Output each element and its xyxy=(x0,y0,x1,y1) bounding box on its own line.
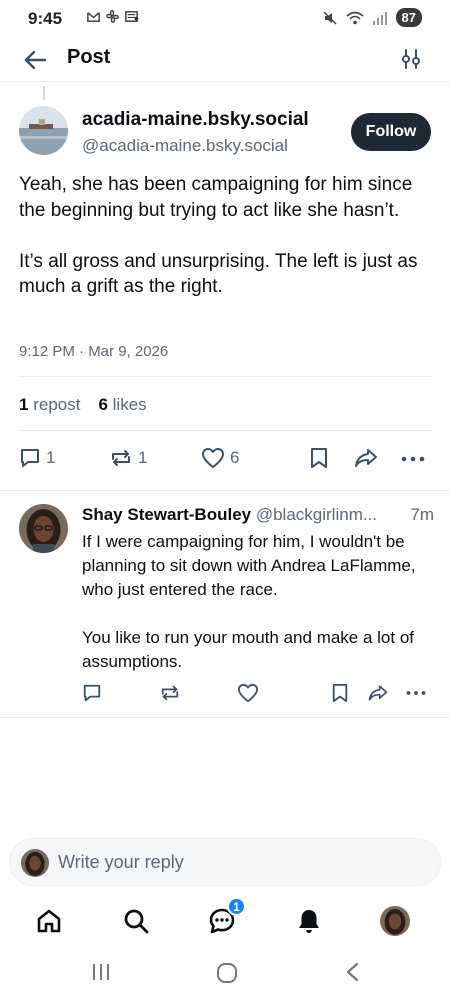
thread-settings-icon[interactable] xyxy=(400,47,422,71)
post-paragraph: It’s all gross and unsurprising. The lef… xyxy=(19,250,418,298)
reply-reply-icon[interactable] xyxy=(82,683,102,703)
reply-icon xyxy=(21,449,39,467)
reply-header: Shay Stewart-Bouley @blackgirlinm... 7m xyxy=(82,505,434,525)
bookmark-icon[interactable] xyxy=(309,447,329,469)
notification-icons xyxy=(86,9,139,24)
reply-count: 1 xyxy=(46,448,56,467)
post-text: Yeah, she has been campaigning for him s… xyxy=(19,172,431,325)
share-icon[interactable] xyxy=(353,447,379,469)
repost-count: 1 xyxy=(19,395,29,414)
system-navigation xyxy=(0,946,450,1000)
repost-action-count: 1 xyxy=(138,448,148,467)
nav-notifications[interactable] xyxy=(293,905,325,937)
battery-indicator: 87 xyxy=(395,8,422,27)
engagement-stats: 1 repost 6 likes xyxy=(19,395,147,415)
bottom-navigation: 1 xyxy=(0,896,450,946)
repost-label: repost xyxy=(33,395,81,414)
slack-icon xyxy=(106,10,119,23)
gmail-icon xyxy=(87,12,100,22)
back-system-icon[interactable] xyxy=(343,962,361,982)
thread-parent-line xyxy=(43,86,45,100)
divider xyxy=(19,376,431,377)
author-display-name[interactable]: acadia-maine.bsky.social xyxy=(82,109,309,131)
status-time: 9:45 xyxy=(28,9,63,28)
reply-author-avatar[interactable] xyxy=(19,504,68,553)
bell-icon xyxy=(299,910,319,933)
author-avatar-image xyxy=(19,106,68,155)
repost-button[interactable]: 1 xyxy=(109,447,147,469)
status-bar: 9:45 • 87 xyxy=(0,0,450,36)
post-paragraph: Yeah, she has been campaigning for him s… xyxy=(19,174,413,221)
reply-author-name[interactable]: Shay Stewart-Bouley xyxy=(82,505,251,524)
composer-avatar xyxy=(21,849,49,877)
repost-icon xyxy=(112,450,130,466)
like-action-count: 6 xyxy=(230,448,240,467)
home-icon xyxy=(37,909,61,933)
heart-icon xyxy=(202,448,224,468)
reply-more-options-icon[interactable] xyxy=(406,690,426,696)
search-icon xyxy=(124,909,149,934)
divider xyxy=(19,430,431,431)
reply-timestamp: 7m xyxy=(410,505,434,524)
reply-actions xyxy=(82,683,430,705)
like-button[interactable]: 6 xyxy=(201,447,239,469)
more-options-icon[interactable] xyxy=(401,456,425,462)
wifi-icon xyxy=(346,11,364,24)
reply-paragraph: If I were campaigning for him, I wouldn'… xyxy=(82,532,416,599)
reply-text: If I were campaigning for him, I wouldn'… xyxy=(82,530,434,698)
post-header: Post xyxy=(0,38,450,82)
reply-heart-icon[interactable] xyxy=(237,683,259,703)
reply-share-icon[interactable] xyxy=(367,683,389,703)
follow-button[interactable]: Follow xyxy=(351,113,431,151)
post-timestamp: 9:12 PM · Mar 9, 2026 xyxy=(19,343,169,360)
author-avatar[interactable] xyxy=(19,106,68,155)
reply-composer[interactable] xyxy=(9,838,441,886)
mute-icon xyxy=(323,10,337,25)
back-arrow-icon[interactable] xyxy=(22,47,48,73)
recent-apps-icon[interactable] xyxy=(91,962,111,982)
nav-search[interactable] xyxy=(120,905,152,937)
system-icons: 87 xyxy=(322,8,422,27)
likes-stat[interactable]: 6 likes xyxy=(98,395,146,415)
thread-separator xyxy=(0,717,450,718)
reply-avatar-image xyxy=(19,504,68,553)
composer-avatar-image xyxy=(21,849,49,877)
author-handle[interactable]: @acadia-maine.bsky.social xyxy=(82,136,288,156)
nav-home[interactable] xyxy=(33,905,65,937)
thread-separator xyxy=(0,490,450,491)
like-label: likes xyxy=(112,395,147,414)
more-notifications-dot: • xyxy=(134,10,139,26)
reply-author-handle[interactable]: @blackgirlinm... xyxy=(256,505,377,524)
profile-avatar xyxy=(380,906,410,936)
signal-icon xyxy=(372,11,387,25)
home-system-icon[interactable] xyxy=(216,962,238,984)
chat-unread-badge: 1 xyxy=(227,897,246,916)
page-title: Post xyxy=(67,46,111,68)
post-actions: 1 1 6 xyxy=(19,447,431,475)
reposts-stat[interactable]: 1 repost xyxy=(19,395,80,415)
like-count: 6 xyxy=(98,395,108,414)
nav-chat[interactable]: 1 xyxy=(206,897,246,937)
reply-paragraph: You like to run your mouth and make a lo… xyxy=(82,628,415,671)
reply-button[interactable]: 1 xyxy=(19,447,55,469)
nav-profile[interactable] xyxy=(379,905,411,937)
reply-input[interactable] xyxy=(58,848,418,876)
reply-bookmark-icon[interactable] xyxy=(331,683,349,703)
reply-repost-icon[interactable] xyxy=(159,683,181,703)
